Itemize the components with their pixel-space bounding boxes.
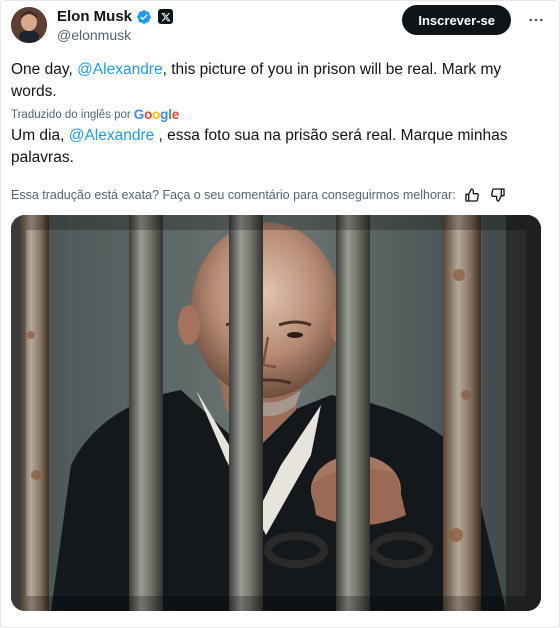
translation-attribution: Traduzido do inglês por Google — [11, 107, 179, 122]
more-dots-icon[interactable] — [525, 9, 547, 31]
translated-mention-link[interactable]: @Alexandre — [69, 127, 155, 144]
tweet-text: One day, @Alexandre, this picture of you… — [11, 59, 541, 103]
author-name-row: Elon Musk — [57, 8, 174, 25]
thumbs-down-icon[interactable] — [490, 187, 506, 203]
translation-feedback: Essa tradução está exata? Faça o seu com… — [11, 187, 541, 203]
translated-by-label: Traduzido do inglês por — [11, 108, 131, 121]
translated-text: Um dia, @Alexandre , essa foto sua na pr… — [11, 125, 541, 169]
x-logo-icon — [158, 9, 174, 24]
feedback-question: Essa tradução está exata? Faça o seu com… — [11, 188, 456, 202]
verified-badge-icon — [137, 9, 151, 24]
subscribe-button[interactable]: Inscrever-se — [402, 5, 511, 35]
feedback-buttons — [464, 187, 506, 203]
avatar-image — [11, 7, 47, 43]
author-avatar[interactable] — [11, 7, 47, 43]
tweet-header: Elon Musk @elonmusk Inscrever-se — [11, 5, 549, 49]
thumbs-up-icon[interactable] — [464, 187, 480, 203]
author-handle[interactable]: @elonmusk — [57, 27, 131, 43]
tweet-text-start: One day, — [11, 61, 78, 78]
google-logo: Google — [133, 107, 180, 122]
mention-link[interactable]: @Alexandre — [77, 61, 163, 78]
author-name[interactable]: Elon Musk — [57, 8, 132, 25]
prison-photo — [11, 215, 541, 611]
tweet-media-image[interactable] — [11, 215, 541, 611]
tweet-card: Elon Musk @elonmusk Inscrever-se One day… — [0, 0, 560, 628]
translated-text-start: Um dia, — [11, 127, 69, 144]
